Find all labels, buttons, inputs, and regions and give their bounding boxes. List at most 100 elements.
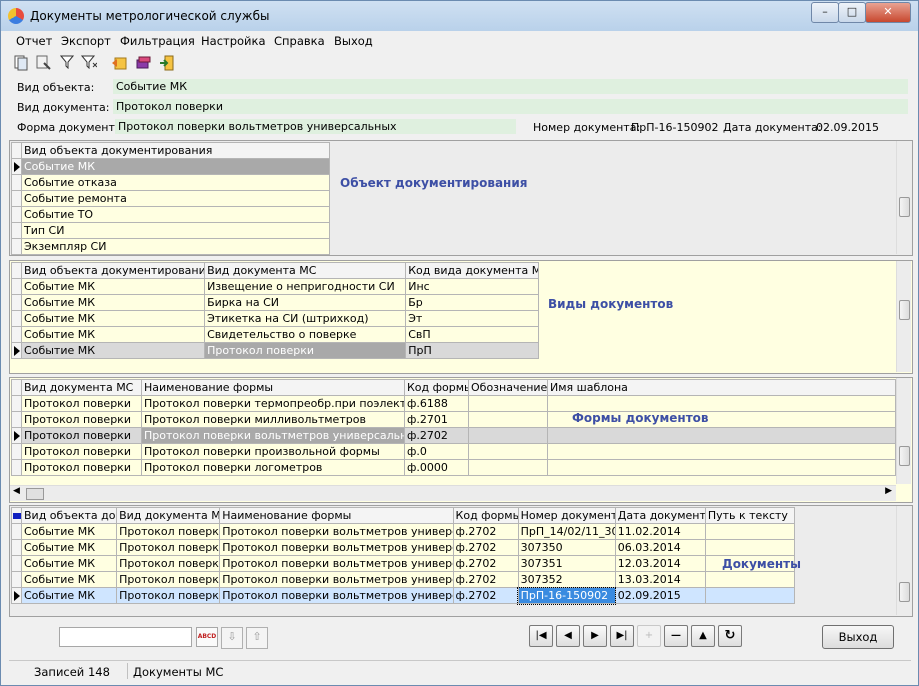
menu-exit[interactable]: Выход [334, 34, 373, 48]
scrollbar-thumb[interactable] [899, 300, 910, 320]
table-row[interactable]: Протокол поверки Протокол поверки милливо… [11, 411, 896, 428]
table-row[interactable]: Событие МК Извещение о непригодности СИ Ин… [10, 278, 539, 295]
table-cell[interactable] [468, 443, 548, 460]
column-header[interactable]: Дата документа [614, 507, 706, 524]
nav-first-button[interactable]: |◀ [529, 625, 553, 647]
table-row[interactable]: Событие МК Протокол поверки Протокол повер… [11, 523, 796, 540]
spellcheck-icon[interactable]: ABCD [196, 627, 218, 647]
nav-delete-button[interactable]: — [664, 625, 688, 647]
column-header[interactable]: Номер документа [517, 507, 616, 524]
table-cell[interactable]: Протокол поверки вольтметров универсальн [219, 523, 454, 540]
table-row[interactable]: Событие МК [11, 158, 330, 175]
copy-doc-icon[interactable] [13, 55, 29, 71]
table-cell[interactable]: Протокол поверки [116, 539, 221, 556]
table-row[interactable]: Событие МК Протокол поверки Протокол повер… [11, 539, 796, 556]
table-cell[interactable]: Событие МК [21, 158, 330, 175]
column-header[interactable]: Наименование формы [219, 507, 454, 524]
table-cell[interactable] [704, 587, 796, 604]
table-cell[interactable]: Протокол поверки вольтметров универсальн [219, 587, 454, 604]
table-cell[interactable]: Событие МК [20, 523, 118, 540]
table-cell[interactable]: Протокол поверки [116, 555, 221, 572]
table-cell[interactable]: ф.2702 [404, 427, 469, 444]
table-cell[interactable]: 307352 [517, 571, 616, 588]
menu-filter[interactable]: Фильтрация [120, 34, 195, 48]
table-cell[interactable]: 13.03.2014 [614, 571, 706, 588]
table-cell[interactable]: Тип СИ [21, 222, 330, 239]
table-cell[interactable]: Протокол поверки [116, 587, 221, 604]
table-cell[interactable]: Протокол поверки термопреобр.при поэлект… [141, 395, 405, 412]
table-cell[interactable]: Протокол поверки милливольтметров [141, 411, 405, 428]
table-cell[interactable]: Событие ТО [21, 206, 330, 223]
table-row[interactable]: Событие МК Бирка на СИ Бр [10, 294, 539, 311]
table-cell[interactable]: ф.2702 [452, 587, 519, 604]
scrollbar-thumb[interactable] [899, 446, 910, 466]
table-cell[interactable]: Событие МК [20, 539, 118, 556]
table-cell[interactable]: Свидетельство о поверке [204, 326, 407, 343]
column-header[interactable]: Наименование формы [141, 379, 405, 396]
table-cell[interactable]: Протокол поверки произвольной формы [141, 443, 405, 460]
table-row[interactable]: Тип СИ [11, 222, 330, 239]
books-icon[interactable] [135, 55, 151, 71]
table-cell[interactable]: ф.6188 [404, 395, 469, 412]
table-cell[interactable]: Событие МК [20, 571, 118, 588]
filter-clear-icon[interactable] [80, 55, 98, 71]
column-header[interactable]: Вид документа МС [204, 262, 407, 279]
column-header[interactable]: Вид объекта документирования [21, 142, 330, 159]
close-button[interactable]: ✕ [865, 2, 911, 23]
table-cell[interactable] [704, 523, 796, 540]
table-row[interactable]: Событие отказа [11, 174, 330, 191]
move-up-button[interactable]: ⇧ [246, 627, 268, 649]
select-all-icon[interactable] [13, 513, 21, 519]
scrollbar-thumb[interactable] [899, 197, 910, 217]
table-cell[interactable]: Протокол поверки вольтметров универсальн [219, 571, 454, 588]
column-header[interactable]: Путь к тексту [704, 507, 796, 524]
scrollbar-thumb[interactable] [899, 582, 910, 602]
table-row[interactable]: Протокол поверки Протокол поверки вольтме… [11, 427, 896, 444]
table-cell[interactable]: Бр [405, 294, 539, 311]
table-cell[interactable]: Событие МК [21, 294, 206, 311]
table-cell[interactable]: ф.2702 [452, 555, 519, 572]
table-cell[interactable]: 02.09.2015 [614, 587, 706, 604]
move-down-button[interactable]: ⇩ [221, 627, 243, 649]
table-cell[interactable]: ф.0 [404, 443, 469, 460]
table-row[interactable]: Событие МК Протокол поверки Протокол повер… [11, 571, 796, 588]
back-folder-icon[interactable] [111, 55, 127, 71]
table-cell[interactable]: Событие МК [21, 326, 206, 343]
table-row[interactable]: Экземпляр СИ [11, 238, 330, 255]
column-header[interactable]: Вид объекта документирования [21, 262, 206, 279]
table-cell[interactable]: Событие МК [20, 555, 118, 572]
table-row[interactable]: Событие МК Свидетельство о поверке СвП [10, 326, 539, 343]
table-cell[interactable]: ПрП [405, 342, 539, 359]
nav-insert-button[interactable]: + [637, 625, 661, 647]
table-cell[interactable]: Протокол поверки [116, 571, 221, 588]
column-header[interactable]: Код вида документа МС [405, 262, 539, 279]
menu-export[interactable]: Экспорт [61, 34, 111, 48]
print-doc-icon[interactable] [35, 55, 51, 71]
column-header[interactable]: Обозначение [468, 379, 548, 396]
table-cell[interactable]: ф.2702 [452, 523, 519, 540]
table-row[interactable]: Событие МК Этикетка на СИ (штрихкод) Эт [10, 310, 539, 327]
column-header[interactable]: Код формы [452, 507, 519, 524]
table-cell[interactable]: Протокол поверки [204, 342, 407, 359]
table-cell[interactable] [704, 571, 796, 588]
exit-door-icon[interactable] [159, 55, 175, 71]
table-cell[interactable]: 307351 [517, 555, 616, 572]
table-row[interactable]: Событие ремонта [11, 190, 330, 207]
table-cell[interactable]: ф.2701 [404, 411, 469, 428]
menu-settings[interactable]: Настройка [201, 34, 266, 48]
table-cell[interactable]: Событие МК [21, 342, 206, 359]
nav-prior-button[interactable]: ◀ [556, 625, 580, 647]
table-cell[interactable]: Событие МК [21, 278, 206, 295]
table-cell[interactable]: Экземпляр СИ [21, 238, 330, 255]
table-row[interactable]: Событие МК Протокол поверки Протокол повер… [11, 555, 796, 572]
vertical-scrollbar[interactable] [896, 261, 911, 372]
table-cell[interactable] [468, 411, 548, 428]
table-cell[interactable] [468, 459, 548, 476]
column-header[interactable]: Вид объекта доку [20, 507, 118, 524]
table-cell[interactable]: Извещение о непригодности СИ [204, 278, 407, 295]
vertical-scrollbar[interactable] [896, 141, 911, 254]
column-header[interactable]: Имя шаблона [547, 379, 896, 396]
table-cell[interactable]: 307350 [517, 539, 616, 556]
table-cell[interactable]: ф.2702 [452, 539, 519, 556]
table-cell[interactable]: Протокол поверки вольтметров универсальн [219, 555, 454, 572]
